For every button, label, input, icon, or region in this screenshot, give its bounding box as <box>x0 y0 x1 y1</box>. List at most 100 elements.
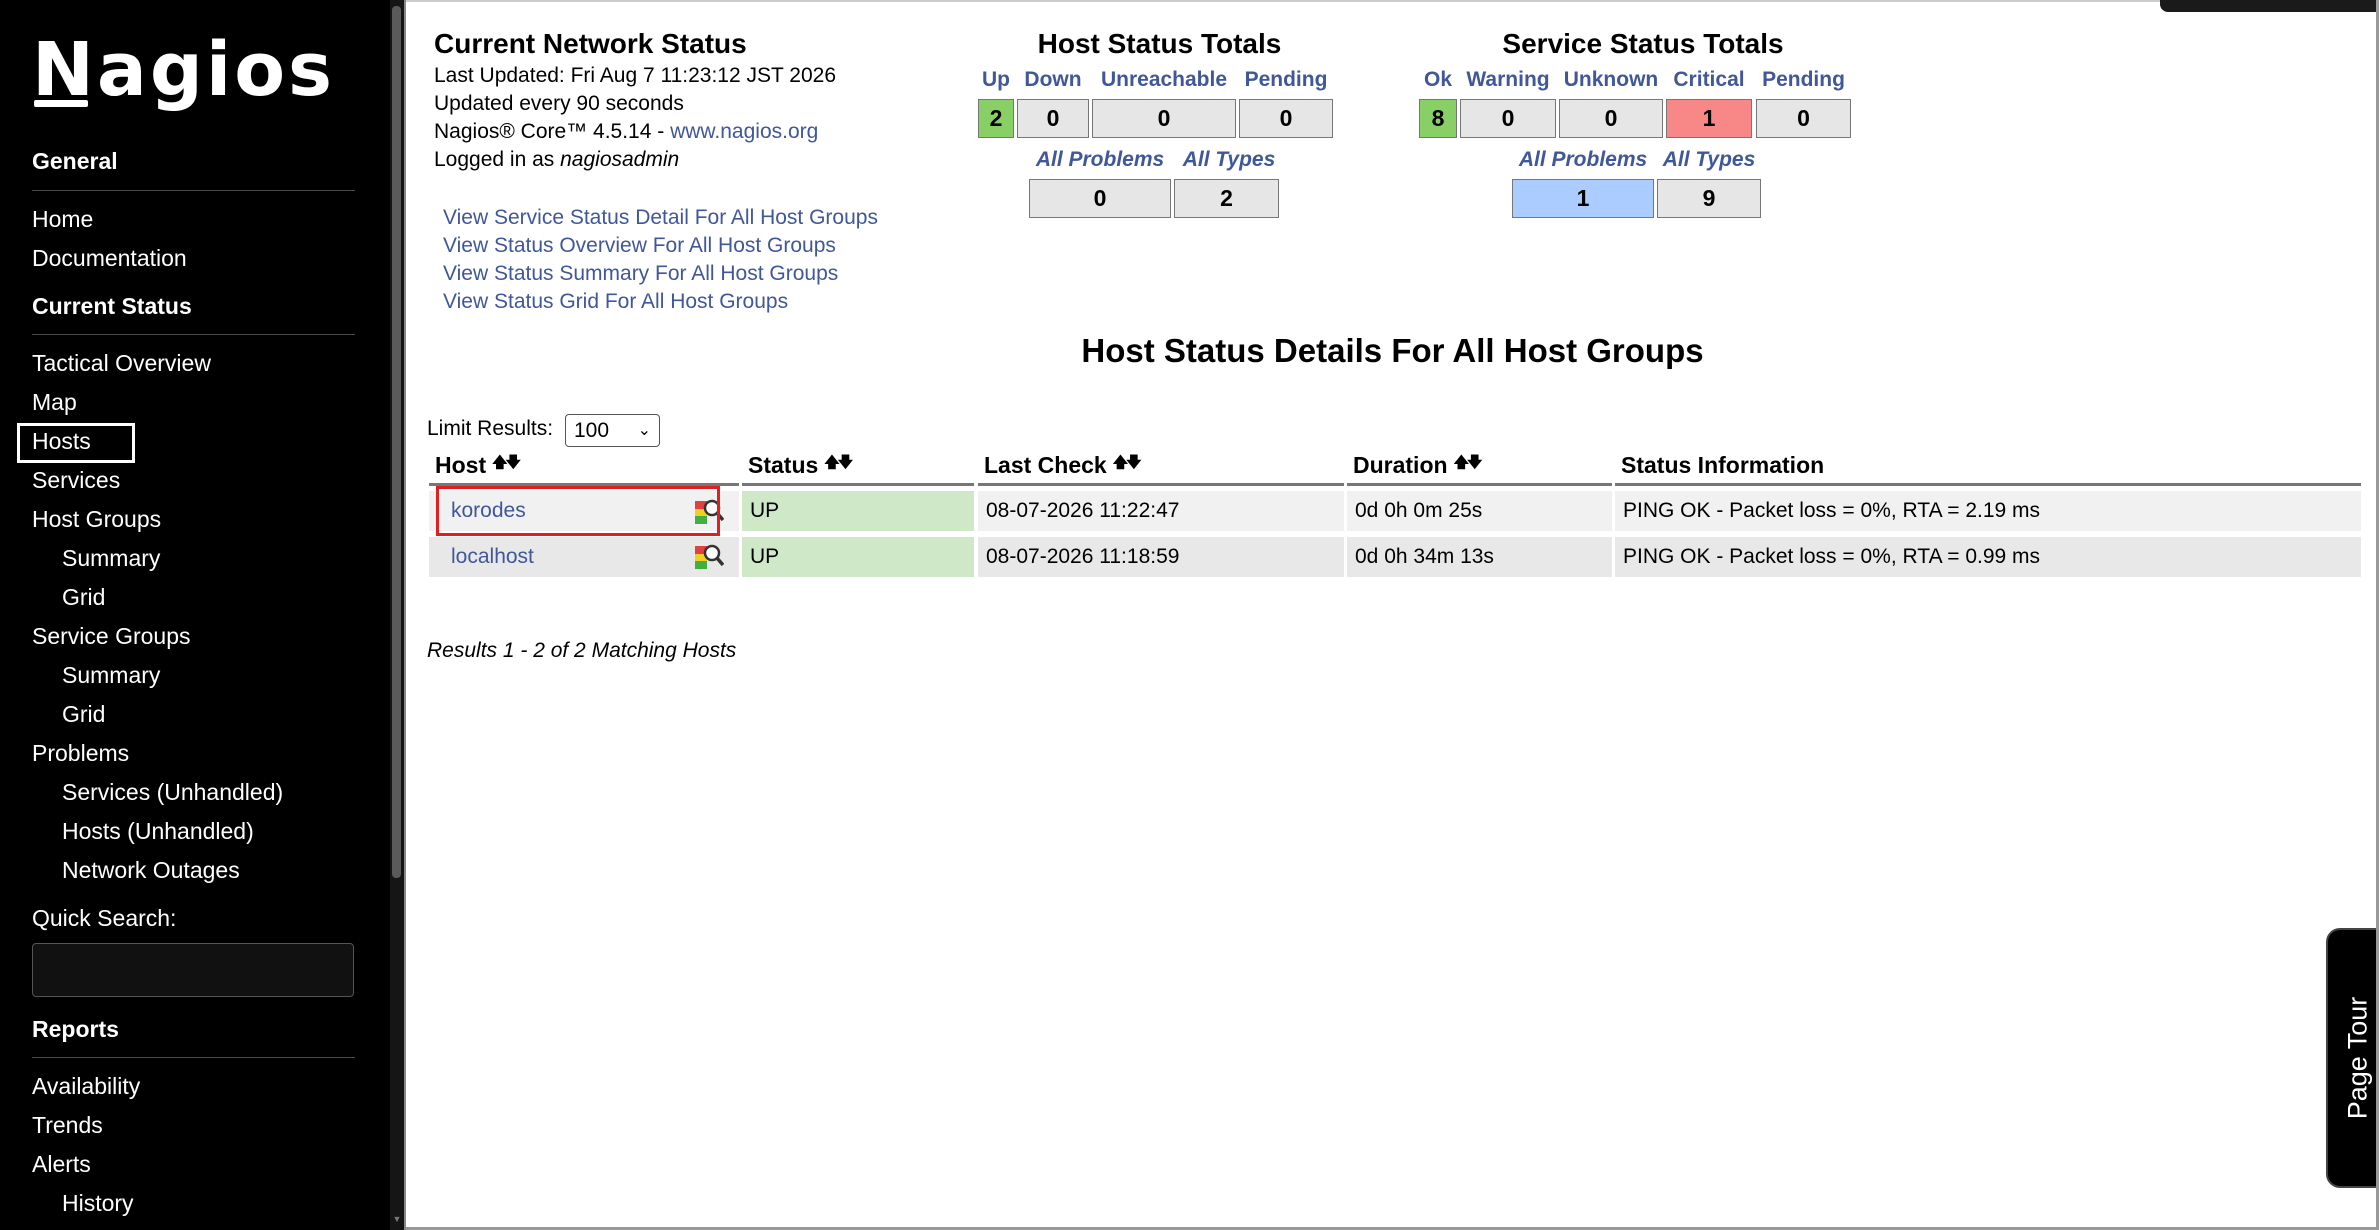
floating-toolbar[interactable] <box>2160 0 2379 12</box>
sidebar-item-hosts-unhandled[interactable]: Hosts (Unhandled) <box>62 816 254 846</box>
link-status-overview[interactable]: View Status Overview For All Host Groups <box>443 234 836 258</box>
sidebar-item-tactical-overview[interactable]: Tactical Overview <box>32 348 211 378</box>
sort-arrows-icon[interactable]: 🡅🡇 <box>824 454 853 471</box>
link-status-grid[interactable]: View Status Grid For All Host Groups <box>443 290 788 314</box>
service-status-totals-title: Service Status Totals <box>1502 28 1784 59</box>
service-totals-label-ok[interactable]: Ok <box>1419 68 1457 92</box>
sidebar-item-hostgroup-grid[interactable]: Grid <box>62 582 105 612</box>
sidebar-item-documentation[interactable]: Documentation <box>32 243 187 273</box>
sidebar-item-servicegroup-summary[interactable]: Summary <box>62 660 160 690</box>
service-totals-unknown-count[interactable]: 0 <box>1559 99 1663 138</box>
service-totals-label-unknown[interactable]: Unknown <box>1559 68 1663 92</box>
service-totals-label-warning[interactable]: Warning <box>1460 68 1556 92</box>
host-link-localhost[interactable]: localhost <box>451 545 534 568</box>
quick-search-input[interactable] <box>32 943 354 997</box>
column-header-last-check[interactable]: Last Check 🡅🡇 <box>978 452 1344 486</box>
version-info: Nagios® Core™ 4.5.14 - www.nagios.org <box>434 120 818 144</box>
host-totals-down-count[interactable]: 0 <box>1017 99 1089 138</box>
divider <box>32 1057 355 1058</box>
column-header-host[interactable]: Host 🡅🡇 <box>429 452 739 486</box>
service-totals-all-problems-label[interactable]: All Problems <box>1512 148 1654 172</box>
column-header-status-label: Status <box>748 452 819 478</box>
host-totals-all-types-count[interactable]: 2 <box>1174 179 1279 218</box>
sidebar-item-service-groups[interactable]: Service Groups <box>32 621 191 651</box>
table-row-host-cell: localhost <box>429 537 739 577</box>
host-status-totals-title: Host Status Totals <box>1037 28 1282 59</box>
host-totals-unreachable-count[interactable]: 0 <box>1092 99 1236 138</box>
nagios-org-link[interactable]: www.nagios.org <box>670 120 818 143</box>
sidebar-item-home[interactable]: Home <box>32 204 93 234</box>
last-updated: Last Updated: Fri Aug 7 11:23:12 JST 202… <box>434 64 836 87</box>
column-header-duration[interactable]: Duration 🡅🡇 <box>1347 452 1612 486</box>
sidebar-item-hosts[interactable]: Hosts <box>32 426 91 456</box>
link-service-status-detail[interactable]: View Service Status Detail For All Host … <box>443 206 878 230</box>
host-totals-pending-count[interactable]: 0 <box>1239 99 1333 138</box>
table-row-status-info-cell: PING OK - Packet loss = 0%, RTA = 2.19 m… <box>1615 491 2361 531</box>
sidebar-item-trends[interactable]: Trends <box>32 1110 103 1140</box>
sort-arrows-icon[interactable]: 🡅🡇 <box>492 454 521 471</box>
sidebar-item-hostgroup-summary[interactable]: Summary <box>62 543 160 573</box>
limit-results-select[interactable]: 100 ⌄ <box>565 414 660 447</box>
sidebar-item-host-groups[interactable]: Host Groups <box>32 504 161 534</box>
nagios-logo[interactable]: Nagios <box>32 32 335 108</box>
current-network-status-title: Current Network Status <box>434 28 747 59</box>
logged-in-info: Logged in as nagiosadmin <box>434 148 679 172</box>
column-header-last-check-label: Last Check <box>984 452 1107 478</box>
service-totals-label-pending[interactable]: Pending <box>1756 68 1851 92</box>
sidebar-item-availability[interactable]: Availability <box>32 1071 140 1101</box>
results-count: Results 1 - 2 of 2 Matching Hosts <box>427 639 737 662</box>
sidebar-item-alerts[interactable]: Alerts <box>32 1149 91 1179</box>
sidebar-item-servicegroup-grid[interactable]: Grid <box>62 699 105 729</box>
table-row-duration-cell: 0d 0h 34m 13s <box>1347 537 1612 577</box>
sort-arrows-icon[interactable]: 🡅🡇 <box>1113 454 1142 471</box>
host-totals-all-problems-count[interactable]: 0 <box>1029 179 1171 218</box>
table-row-status-cell: UP <box>742 537 974 577</box>
table-row-status-info-cell: PING OK - Packet loss = 0%, RTA = 0.99 m… <box>1615 537 2361 577</box>
limit-results-value: 100 <box>574 419 610 442</box>
host-totals-label-down[interactable]: Down <box>1017 68 1089 92</box>
column-header-status-information: Status Information <box>1615 452 2361 486</box>
section-reports: Reports <box>32 1016 119 1042</box>
table-row-last-check-cell: 08-07-2026 11:18:59 <box>978 537 1344 577</box>
sidebar-item-history[interactable]: History <box>62 1188 134 1218</box>
main-content: Current Network Status Last Updated: Fri… <box>406 0 2379 1230</box>
host-totals-label-up[interactable]: Up <box>978 68 1014 92</box>
table-row-status-cell: UP <box>742 491 974 531</box>
sidebar-scrollbar-thumb[interactable] <box>392 6 401 878</box>
host-totals-label-pending[interactable]: Pending <box>1239 68 1333 92</box>
version-text: Nagios® Core™ 4.5.14 - <box>434 120 671 143</box>
host-extinfo-icon[interactable] <box>694 543 724 571</box>
service-totals-ok-count[interactable]: 8 <box>1419 99 1457 138</box>
logo-underline <box>34 100 88 107</box>
service-totals-label-critical[interactable]: Critical <box>1666 68 1752 92</box>
service-totals-all-types-label[interactable]: All Types <box>1657 148 1761 172</box>
service-totals-critical-count[interactable]: 1 <box>1666 99 1752 138</box>
sort-arrows-icon[interactable]: 🡅🡇 <box>1454 454 1483 471</box>
scroll-down-arrow-icon[interactable]: ▼ <box>391 1214 403 1226</box>
service-totals-all-types-count[interactable]: 9 <box>1657 179 1761 218</box>
column-header-duration-label: Duration <box>1353 452 1448 478</box>
sidebar-item-problems[interactable]: Problems <box>32 738 129 768</box>
host-totals-all-types-label[interactable]: All Types <box>1174 148 1284 172</box>
divider <box>32 190 355 191</box>
section-current-status: Current Status <box>32 293 192 319</box>
host-totals-label-unreachable[interactable]: Unreachable <box>1092 68 1236 92</box>
sidebar-item-map[interactable]: Map <box>32 387 77 417</box>
sidebar: Nagios General Home Documentation Curren… <box>0 0 390 1230</box>
table-row-last-check-cell: 08-07-2026 11:22:47 <box>978 491 1344 531</box>
section-general: General <box>32 148 118 174</box>
column-header-host-label: Host <box>435 452 487 478</box>
host-totals-up-count[interactable]: 2 <box>978 99 1014 138</box>
sidebar-item-services-unhandled[interactable]: Services (Unhandled) <box>62 777 283 807</box>
sidebar-item-network-outages[interactable]: Network Outages <box>62 855 240 885</box>
service-totals-all-problems-count[interactable]: 1 <box>1512 179 1654 218</box>
divider <box>32 334 355 335</box>
update-interval: Updated every 90 seconds <box>434 92 684 115</box>
service-totals-pending-count[interactable]: 0 <box>1756 99 1851 138</box>
link-status-summary[interactable]: View Status Summary For All Host Groups <box>443 262 838 286</box>
sidebar-item-services[interactable]: Services <box>32 465 120 495</box>
host-totals-all-problems-label[interactable]: All Problems <box>1029 148 1171 172</box>
limit-results-label: Limit Results: <box>427 417 554 440</box>
column-header-status[interactable]: Status 🡅🡇 <box>742 452 974 486</box>
service-totals-warning-count[interactable]: 0 <box>1460 99 1556 138</box>
